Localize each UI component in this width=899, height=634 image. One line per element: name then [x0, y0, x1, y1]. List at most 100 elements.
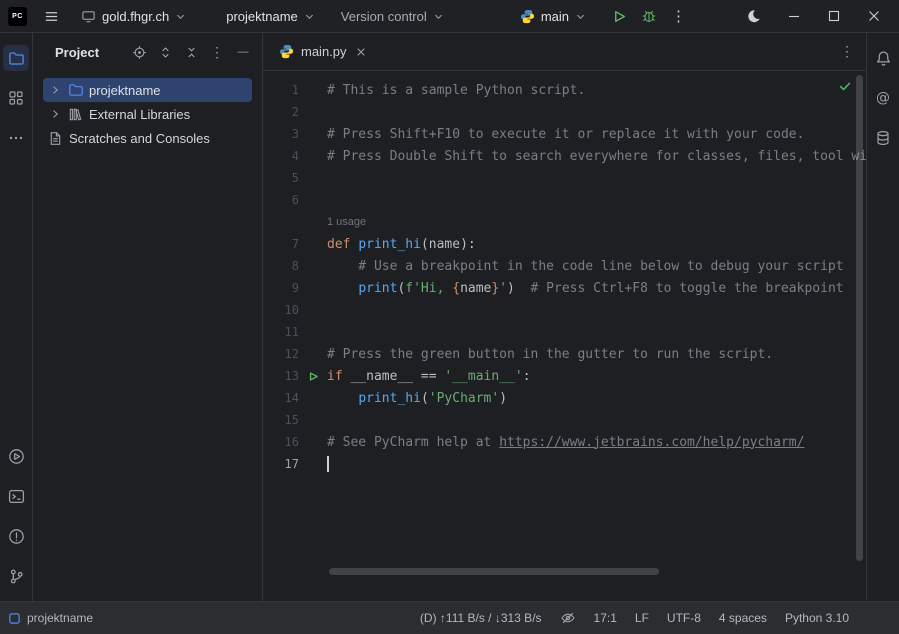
encoding-widget[interactable]: UTF-8	[667, 611, 701, 625]
ai-assistant-button[interactable]: @	[870, 85, 896, 111]
line-number: 9	[263, 281, 299, 295]
network-speed-widget[interactable]: (D) ↑111 B/s / ↓313 B/s	[420, 611, 542, 625]
interpreter-widget[interactable]: Python 3.10	[785, 611, 849, 625]
git-branch-icon	[8, 568, 25, 585]
more-tool-windows-button[interactable]	[3, 125, 29, 151]
project-widget-label: projektname	[226, 9, 298, 24]
code-line-text[interactable]: print(f'Hi, {name}') # Press Ctrl+F8 to …	[327, 281, 844, 296]
titlebar: PC gold.fhgr.ch projektname Version cont…	[0, 0, 899, 33]
main-menu-button[interactable]	[37, 3, 66, 29]
tree-item-external-libraries[interactable]: External Libraries	[43, 102, 252, 126]
line-number: 14	[263, 391, 299, 405]
code-line-text[interactable]: print_hi('PyCharm')	[327, 391, 507, 406]
select-opened-file-button[interactable]	[128, 41, 150, 63]
scratch-icon	[47, 131, 64, 146]
run-button[interactable]	[605, 3, 634, 29]
code-row-7: 7 def print_hi(name):	[263, 233, 866, 255]
gutter-cell[interactable]	[299, 371, 327, 382]
library-icon	[67, 107, 84, 122]
close-button[interactable]	[859, 3, 889, 29]
maximize-button[interactable]	[819, 3, 849, 29]
caret-position-widget[interactable]: 17:1	[594, 611, 617, 625]
line-number: 13	[263, 369, 299, 383]
crossed-eye-icon[interactable]	[560, 610, 576, 626]
project-tool-window-button[interactable]	[3, 45, 29, 71]
code-line-text[interactable]: # See PyCharm help at https://www.jetbra…	[327, 435, 804, 450]
version-control-tool-window-button[interactable]	[3, 563, 29, 589]
project-panel-header: Project	[33, 33, 262, 71]
horizontal-scrollbar[interactable]	[329, 568, 659, 575]
theme-toggle-button[interactable]	[739, 3, 769, 29]
editor-zone: main.py ⋮ 1 # This is a sample Python scr…	[263, 33, 866, 601]
panel-options-button[interactable]: ⋮	[206, 41, 228, 63]
pycharm-window: PC gold.fhgr.ch projektname Version cont…	[0, 0, 899, 634]
database-button[interactable]	[870, 125, 896, 151]
chevron-right-icon[interactable]	[47, 84, 62, 96]
indent-widget[interactable]: 4 spaces	[719, 611, 767, 625]
line-number: 17	[263, 457, 299, 471]
code-line-text[interactable]: # Press the green button in the gutter t…	[327, 347, 773, 362]
code-line-text[interactable]: # This is a sample Python script.	[327, 83, 585, 98]
text-caret	[327, 456, 329, 472]
tree-item-label: Scratches and Consoles	[69, 131, 210, 146]
line-number: 16	[263, 435, 299, 449]
line-number: 5	[263, 171, 299, 185]
notifications-button[interactable]	[870, 45, 896, 71]
bell-icon	[875, 50, 892, 67]
structure-tool-window-button[interactable]	[3, 85, 29, 111]
more-actions-button[interactable]: ⋮	[664, 3, 693, 29]
editor-options-button[interactable]: ⋮	[836, 41, 858, 63]
vertical-scrollbar[interactable]	[856, 75, 863, 561]
line-number: 1	[263, 83, 299, 97]
minus-icon: —	[238, 46, 249, 58]
chevron-right-icon[interactable]	[47, 108, 62, 120]
line-number: 2	[263, 105, 299, 119]
problems-tool-window-button[interactable]	[3, 523, 29, 549]
line-separator-widget[interactable]: LF	[635, 611, 649, 625]
code-row-4: 4# Press Double Shift to search everywhe…	[263, 145, 866, 167]
kebab-icon: ⋮	[210, 44, 224, 61]
code-row-8: 8 # Use a breakpoint in the code line be…	[263, 255, 866, 277]
terminal-tool-window-button[interactable]	[3, 483, 29, 509]
debug-button[interactable]	[634, 3, 664, 29]
project-widget[interactable]: projektname	[219, 3, 322, 29]
target-icon	[132, 45, 147, 60]
vcs-widget[interactable]: Version control	[334, 3, 451, 29]
tree-item-projektname[interactable]: projektname	[43, 78, 252, 102]
code-line-text[interactable]: # Press Shift+F10 to execute it or repla…	[327, 127, 804, 142]
line-number: 15	[263, 413, 299, 427]
line-number: 7	[263, 237, 299, 251]
code-line-text[interactable]: if __name__ == '__main__':	[327, 369, 531, 384]
code-row-15: 15	[263, 409, 866, 431]
tab-close-icon[interactable]	[356, 47, 366, 57]
remote-host-widget[interactable]: gold.fhgr.ch	[74, 3, 193, 29]
crescent-moon-icon	[747, 9, 761, 23]
terminal-icon	[8, 488, 25, 505]
minimize-button[interactable]	[779, 3, 809, 29]
project-tree: projektnameExternal Libraries Scratches a…	[33, 71, 262, 150]
close-icon	[868, 10, 880, 22]
code-line-text[interactable]: def print_hi(name):	[327, 237, 476, 252]
expand-all-button[interactable]	[154, 41, 176, 63]
tree-item-scratches-and-consoles[interactable]: Scratches and Consoles	[43, 126, 252, 150]
code-line-text[interactable]: # Press Double Shift to search everywher…	[327, 149, 866, 164]
kebab-icon: ⋮	[840, 43, 854, 60]
hide-panel-button[interactable]: —	[232, 41, 254, 63]
run-configuration-widget[interactable]: main	[513, 3, 593, 29]
code-row-16: 16 # See PyCharm help at https://www.jetb…	[263, 431, 866, 453]
code-line-text[interactable]: # Use a breakpoint in the code line belo…	[327, 259, 844, 274]
folder-icon	[67, 82, 84, 98]
chevron-down-icon	[575, 11, 586, 22]
run-configuration-label: main	[541, 9, 569, 24]
debug-bug-icon	[641, 8, 657, 24]
code-row-12: 12# Press the green button in the gutter…	[263, 343, 866, 365]
run-tool-window-button[interactable]	[3, 443, 29, 469]
code-line-text[interactable]	[327, 456, 329, 472]
collapse-all-button[interactable]	[180, 41, 202, 63]
usages-inlay-hint[interactable]: 1 usage	[327, 216, 366, 228]
gutter-run-icon[interactable]	[308, 371, 319, 382]
code-row-10: 10	[263, 299, 866, 321]
tab-main-py[interactable]: main.py	[271, 33, 374, 71]
inspections-ok-widget[interactable]	[838, 79, 852, 93]
code-editor[interactable]: 1# This is a sample Python script.23# Pr…	[263, 71, 866, 601]
